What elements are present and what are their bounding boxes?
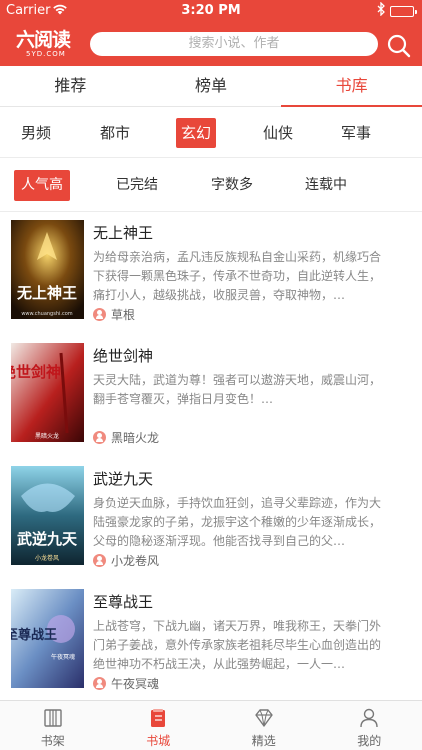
book-title[interactable]: 绝世剑神 bbox=[93, 345, 153, 366]
cover-sub: 午夜冥魂 bbox=[51, 653, 75, 661]
app-logo: 六阅读 5YD.COM bbox=[16, 30, 72, 60]
book-author: 草根 bbox=[93, 306, 135, 322]
book-desc: 天灵大陆，武道为尊！强者可以遨游天地，威震山河，翻手苍穹覆灭，弹指日月变色！… bbox=[93, 373, 382, 406]
book-cover[interactable]: 至尊战王 午夜冥魂 bbox=[11, 589, 84, 688]
book-cover[interactable]: 武逆九天 小龙卷风 bbox=[11, 466, 84, 565]
tab-library[interactable]: 书库 bbox=[281, 66, 422, 107]
book-desc: 上战苍穹，下战九幽，诸天万界，唯我称王，天拳门外门弟子姜战，意外传承家族老祖耗尽… bbox=[93, 619, 382, 671]
author-icon bbox=[93, 307, 106, 321]
book-item[interactable]: 武逆九天 小龙卷风 武逆九天 身负逆天血脉，手持饮血狂剑，追寻父辈踪迹，作为大陆… bbox=[0, 458, 422, 581]
book-item[interactable]: 至尊战王 午夜冥魂 至尊战王 上战苍穹，下战九幽，诸天万界，唯我称王，天拳门外门… bbox=[0, 581, 422, 704]
book-desc: 身负逆天血脉，手持饮血狂剑，追寻父辈踪迹，作为大陆强豪龙家的子弟，龙振宇这个稚嫩… bbox=[93, 496, 382, 548]
cover-sub: 黑暗火龙 bbox=[35, 432, 59, 440]
bookshelf-icon bbox=[42, 707, 64, 729]
app-header: Carrier 3:20 PM 六阅读 5YD.COM 搜索小说、作者 bbox=[0, 0, 422, 66]
cover-title: 绝世剑神 bbox=[11, 363, 61, 381]
bookstore-icon bbox=[147, 707, 169, 729]
battery-icon bbox=[390, 6, 417, 17]
cover-sub: www.chuangshi.com bbox=[21, 311, 72, 317]
logo-sub: 5YD.COM bbox=[26, 50, 66, 58]
sort-popular[interactable]: 人气高 bbox=[14, 170, 70, 201]
bottom-tab-bookstore[interactable]: 书城 bbox=[106, 701, 212, 750]
search-placeholder: 搜索小说、作者 bbox=[188, 36, 280, 51]
cover-title: 武逆九天 bbox=[17, 530, 78, 548]
author-icon bbox=[93, 676, 106, 690]
cover-sub: 小龙卷风 bbox=[35, 554, 59, 562]
author-name: 黑暗火龙 bbox=[111, 430, 160, 445]
book-cover[interactable]: 绝世剑神 黑暗火龙 bbox=[11, 343, 84, 442]
bottom-tab-bar: 书架 书城 精选 我的 bbox=[0, 700, 422, 750]
tab-recommend[interactable]: 推荐 bbox=[0, 66, 141, 106]
sort-ongoing[interactable]: 连载中 bbox=[298, 170, 354, 201]
profile-icon bbox=[358, 707, 380, 729]
genre-military[interactable]: 军事 bbox=[334, 118, 378, 148]
genre-fantasy[interactable]: 玄幻 bbox=[176, 118, 216, 148]
cover-title: 至尊战王 bbox=[11, 627, 57, 643]
book-title[interactable]: 无上神王 bbox=[93, 222, 153, 243]
genre-urban[interactable]: 都市 bbox=[93, 118, 137, 148]
cover-title: 无上神王 bbox=[16, 284, 77, 302]
author-name: 午夜冥魂 bbox=[111, 676, 160, 691]
status-time: 3:20 PM bbox=[181, 3, 241, 18]
sort-completed[interactable]: 已完结 bbox=[109, 170, 165, 201]
author-name: 草根 bbox=[111, 307, 136, 322]
status-bar: Carrier 3:20 PM bbox=[0, 0, 422, 22]
book-author: 午夜冥魂 bbox=[93, 675, 159, 691]
book-author: 小龙卷风 bbox=[93, 552, 159, 568]
book-title[interactable]: 至尊战王 bbox=[93, 591, 153, 612]
book-author: 黑暗火龙 bbox=[93, 429, 159, 445]
author-icon bbox=[93, 553, 106, 567]
genre-filter-row: 男频 都市 玄幻 仙侠 军事 bbox=[0, 108, 422, 158]
bottom-tab-profile[interactable]: 我的 bbox=[317, 701, 422, 750]
sort-filter-row: 人气高 已完结 字数多 连载中 bbox=[0, 159, 422, 212]
bottom-tab-featured[interactable]: 精选 bbox=[211, 701, 317, 750]
bottom-tab-bookshelf[interactable]: 书架 bbox=[0, 701, 106, 750]
book-cover[interactable]: 无上神王 www.chuangshi.com bbox=[11, 220, 84, 319]
genre-male[interactable]: 男频 bbox=[14, 118, 58, 148]
book-desc: 为给母亲治病，孟凡违反族规私自金山采药，机缘巧合下获得一颗黑色珠子，传承不世奇功… bbox=[93, 250, 382, 302]
book-title[interactable]: 武逆九天 bbox=[93, 468, 153, 489]
author-icon bbox=[93, 430, 106, 444]
bottom-tab-label: 精选 bbox=[251, 734, 276, 748]
top-tabs: 推荐 榜单 书库 bbox=[0, 66, 422, 107]
diamond-icon bbox=[253, 707, 275, 729]
book-item[interactable]: 无上神王 www.chuangshi.com 无上神王 为给母亲治病，孟凡违反族… bbox=[0, 212, 422, 335]
search-input[interactable]: 搜索小说、作者 bbox=[90, 32, 378, 56]
tab-ranking[interactable]: 榜单 bbox=[141, 66, 282, 106]
author-name: 小龙卷风 bbox=[111, 553, 160, 568]
search-icon[interactable] bbox=[385, 32, 413, 60]
bottom-tab-label: 书城 bbox=[146, 734, 171, 748]
logo-text: 六阅读 bbox=[16, 29, 71, 51]
bottom-tab-label: 书架 bbox=[40, 734, 65, 748]
sort-word-count[interactable]: 字数多 bbox=[204, 170, 260, 201]
genre-xianxia[interactable]: 仙侠 bbox=[256, 118, 300, 148]
bluetooth-icon bbox=[377, 1, 386, 19]
book-item[interactable]: 绝世剑神 黑暗火龙 绝世剑神 天灵大陆，武道为尊！强者可以遨游天地，威震山河，翻… bbox=[0, 335, 422, 458]
bottom-tab-label: 我的 bbox=[357, 734, 382, 748]
